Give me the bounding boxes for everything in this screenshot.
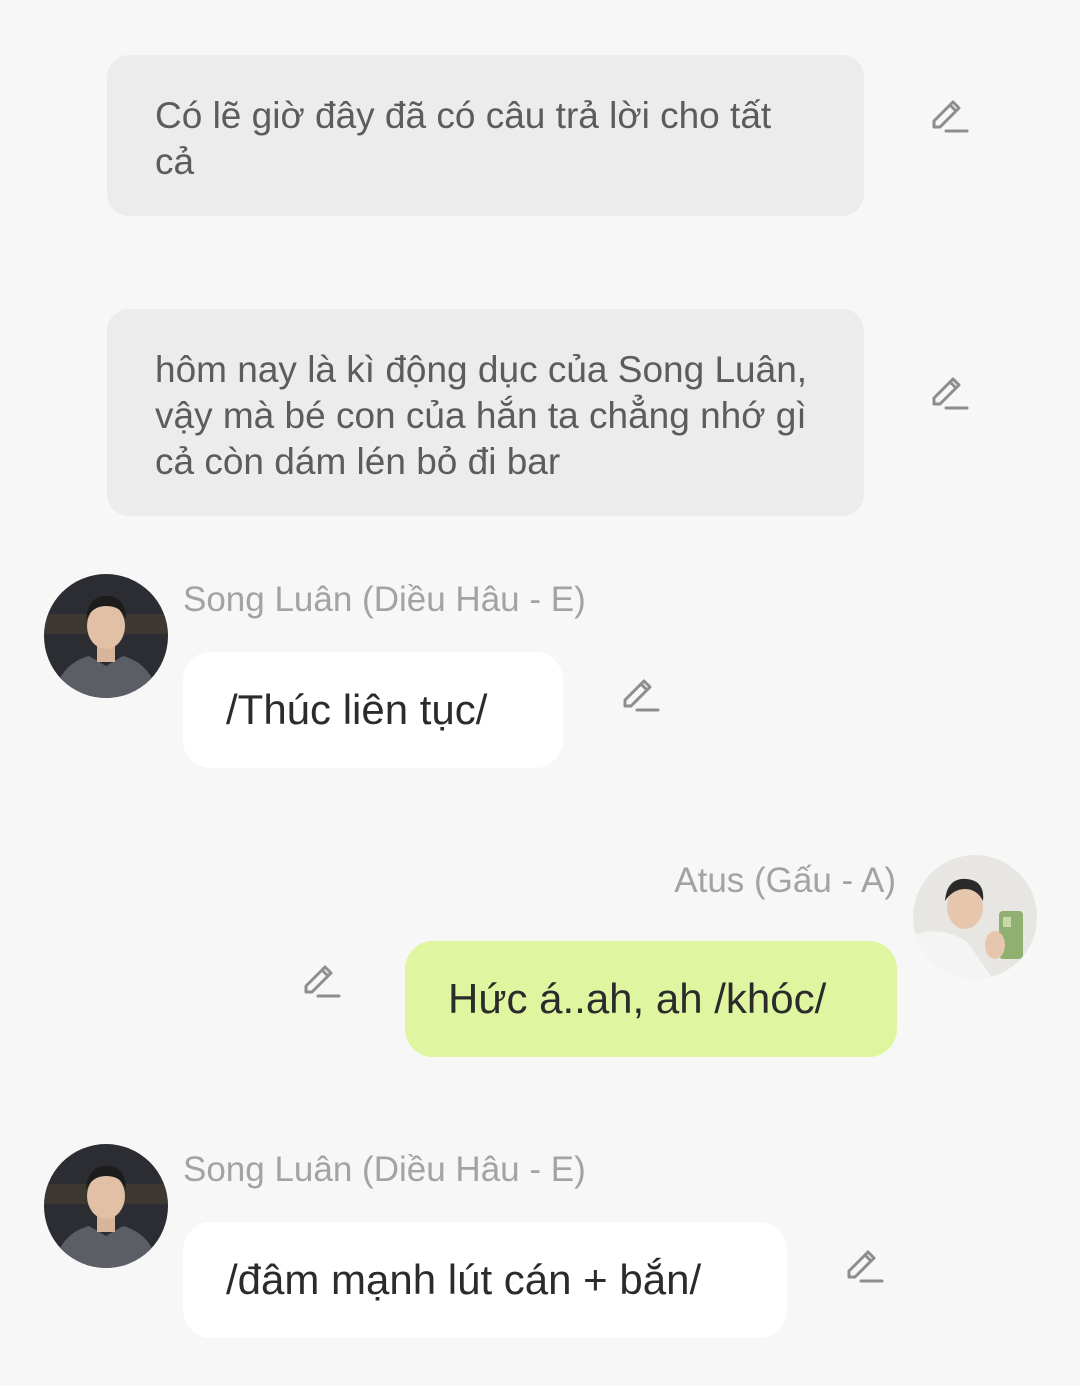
message-bubble-incoming: /đâm mạnh lút cán + bắn/ (183, 1222, 787, 1338)
narration-text: Có lẽ giờ đây đã có câu trả lời cho tất … (155, 95, 772, 182)
message-text: /Thúc liên tục/ (226, 686, 488, 733)
pencil-edit-icon[interactable] (617, 674, 661, 718)
avatar[interactable] (913, 855, 1037, 979)
pencil-edit-icon[interactable] (926, 372, 970, 416)
sender-name: Atus (Gấu - A) (674, 861, 896, 900)
pencil-edit-icon[interactable] (841, 1245, 885, 1289)
narration-text: hôm nay là kì động dục của Song Luân, vậ… (155, 349, 808, 482)
avatar[interactable] (44, 1144, 168, 1268)
narration-bubble: Có lẽ giờ đây đã có câu trả lời cho tất … (107, 55, 864, 216)
pencil-edit-icon[interactable] (298, 960, 342, 1004)
pencil-edit-icon[interactable] (926, 95, 970, 139)
message-text: /đâm mạnh lút cán + bắn/ (226, 1256, 702, 1303)
message-text: Hức á..ah, ah /khóc/ (448, 975, 827, 1022)
sender-name: Song Luân (Diều Hâu - E) (183, 1150, 586, 1189)
message-bubble-outgoing: Hức á..ah, ah /khóc/ (405, 941, 897, 1057)
avatar[interactable] (44, 574, 168, 698)
narration-bubble: hôm nay là kì động dục của Song Luân, vậ… (107, 309, 864, 516)
message-bubble-incoming: /Thúc liên tục/ (183, 652, 563, 768)
sender-name: Song Luân (Diều Hâu - E) (183, 580, 586, 619)
